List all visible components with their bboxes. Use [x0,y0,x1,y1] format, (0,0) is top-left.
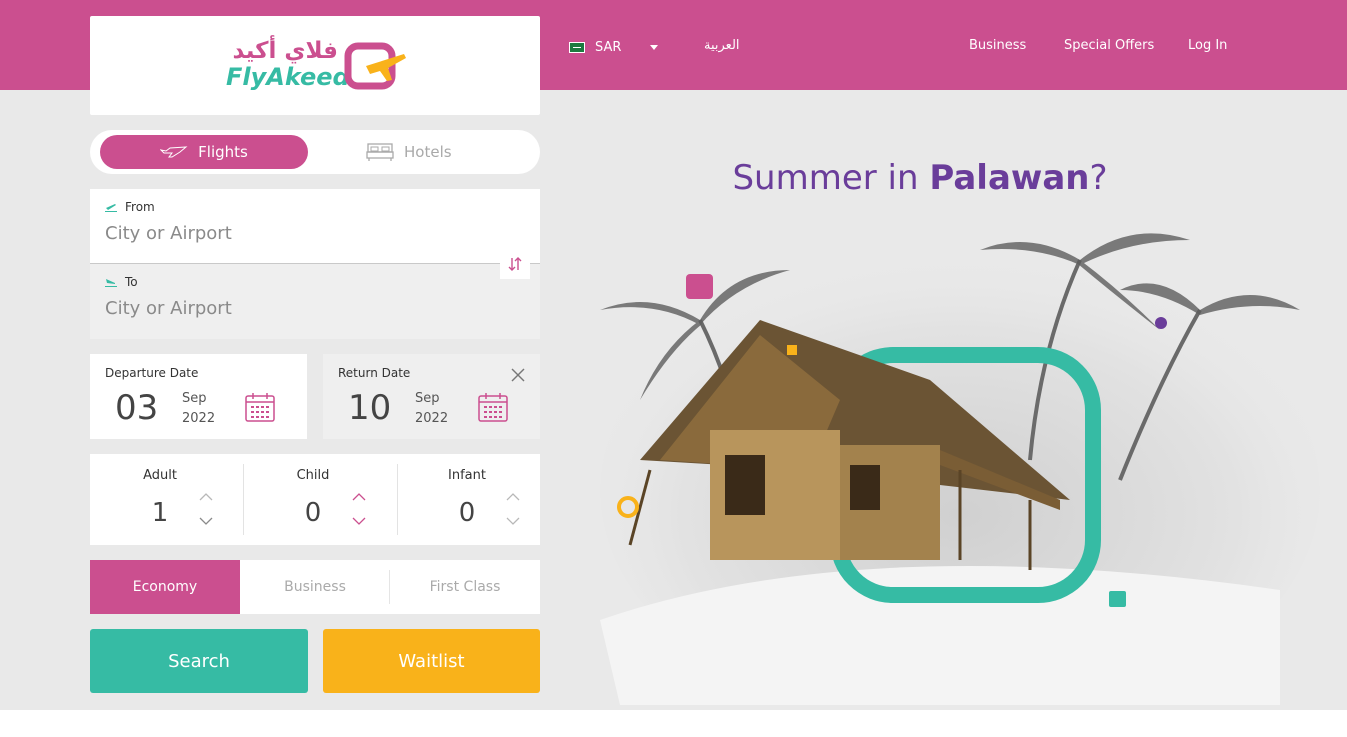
chevron-up-icon[interactable] [505,492,521,502]
adult-label: Adult [143,468,177,483]
currency-selector[interactable]: SAR [569,38,621,56]
cabin-economy-option[interactable]: Economy [90,560,240,614]
to-label: To [105,275,138,289]
search-button[interactable]: Search [90,629,308,693]
child-counter: Child 0 [243,454,393,545]
return-month: Sep [415,391,440,406]
chevron-up-icon[interactable] [351,492,367,502]
logo-plane-icon [344,42,406,90]
departure-date-label: Departure Date [105,366,199,380]
hero-illustration[interactable] [560,200,1320,705]
passenger-selector: Adult 1 Child 0 Infant 0 [90,454,540,545]
landing-icon [105,278,117,287]
calendar-icon[interactable] [478,392,508,422]
footer-strip [0,710,1347,737]
currency-label: SAR [595,39,622,55]
logo-container[interactable]: فلاي أكيد FlyAkeed [90,16,540,115]
calendar-icon[interactable] [245,392,275,422]
tab-hotels-label: Hotels [404,143,452,161]
cabin-business-option[interactable]: Business [240,560,390,614]
nav-business-link[interactable]: Business [969,38,1026,53]
hero-title-suffix: ? [1089,158,1108,198]
cabin-class-selector: Economy Business First Class [90,560,540,614]
bed-icon [366,143,394,161]
departure-month: Sep [182,391,207,406]
departure-day: 03 [115,388,159,428]
infant-counter: Infant 0 [397,454,547,545]
tab-flights[interactable]: Flights [100,135,308,169]
infant-label: Infant [448,468,486,483]
chevron-down-icon[interactable] [198,516,214,526]
takeoff-icon [105,203,117,212]
return-day: 10 [348,388,392,428]
swap-button[interactable] [500,249,530,279]
from-label: From [105,200,155,214]
departure-year: 2022 [182,411,216,426]
to-input[interactable] [105,298,505,319]
adult-counter: Adult 1 [90,454,240,545]
logo-arabic-text: فلاي أكيد [232,38,338,64]
swap-icon [508,257,522,271]
to-field[interactable]: To [90,264,540,339]
return-year: 2022 [415,411,449,426]
from-input[interactable] [105,223,505,244]
logo-english-text: FlyAkeed [226,63,350,91]
nav-special-offers-link[interactable]: Special Offers [1064,38,1154,53]
hero-title-destination: Palawan [929,158,1090,198]
from-field[interactable]: From [90,189,540,264]
departure-date-picker[interactable]: Departure Date 03 Sep 2022 [90,354,307,439]
return-date-picker[interactable]: Return Date 10 Sep 2022 [323,354,540,439]
child-label: Child [296,468,330,483]
caret-down-icon[interactable] [650,45,658,50]
chevron-down-icon[interactable] [351,516,367,526]
return-date-label: Return Date [338,366,411,380]
close-icon[interactable] [511,368,525,382]
to-label-text: To [125,275,138,289]
waitlist-button[interactable]: Waitlist [323,629,540,693]
nav-login-link[interactable]: Log In [1188,38,1227,53]
tab-hotels[interactable]: Hotels [366,135,486,169]
hero-title: Summer in Palawan? [700,158,1140,198]
logo: فلاي أكيد FlyAkeed [226,38,406,94]
hero-title-prefix: Summer in [732,158,930,198]
language-switch[interactable]: العربية [704,38,740,53]
chevron-down-icon[interactable] [505,516,521,526]
plane-icon [160,146,188,158]
from-label-text: From [125,200,155,214]
chevron-up-icon[interactable] [198,492,214,502]
cabin-first-class-option[interactable]: First Class [390,560,540,614]
booking-type-tabs: Flights Hotels [90,130,540,174]
saudi-flag-icon [569,41,585,53]
tab-flights-label: Flights [198,143,248,161]
